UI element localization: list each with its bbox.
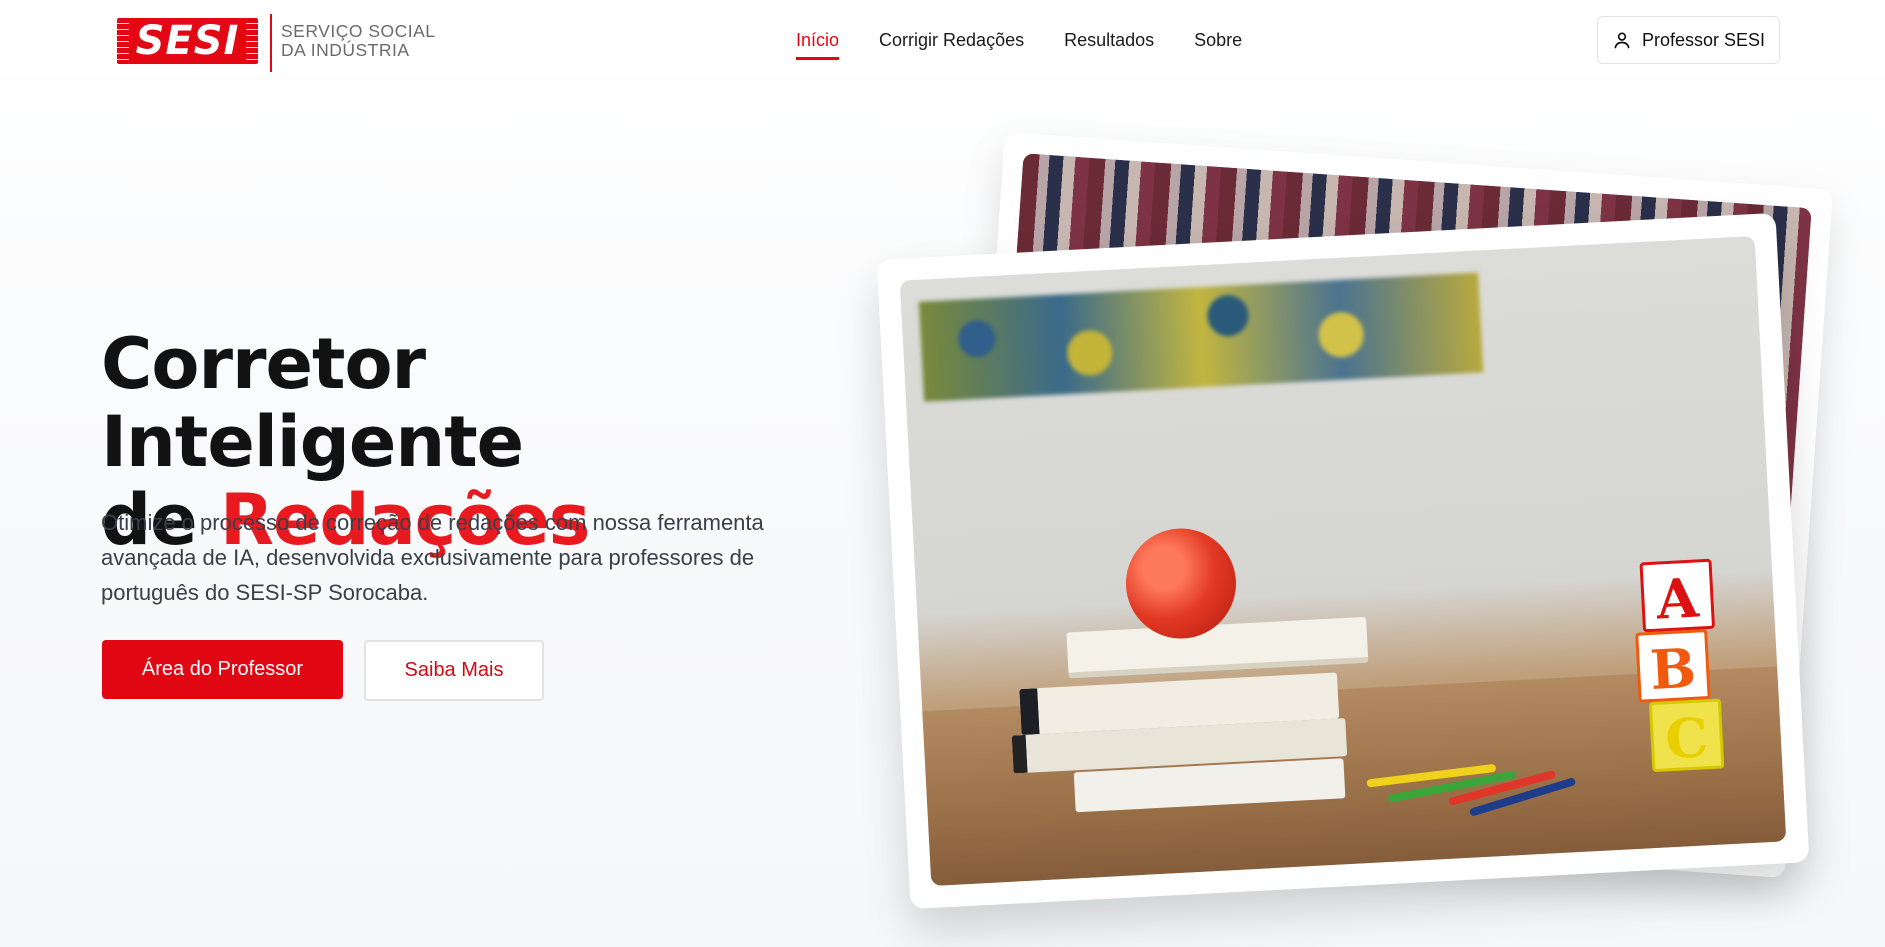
classroom-image: A B C bbox=[899, 236, 1787, 886]
sesi-logo-mark: SESI bbox=[117, 18, 258, 64]
block-a: A bbox=[1639, 558, 1716, 633]
site-header: SESI SERVIÇO SOCIAL DA INDÚSTRIA Início … bbox=[0, 0, 1885, 74]
nav-item-corrigir-redacoes[interactable]: Corrigir Redações bbox=[879, 30, 1024, 57]
learn-more-button[interactable]: Saiba Mais bbox=[364, 640, 544, 701]
hero-description: Otimize o processo de correção de redaçõ… bbox=[101, 510, 764, 605]
block-b: B bbox=[1635, 629, 1711, 703]
stack-of-books bbox=[1006, 616, 1375, 816]
user-icon bbox=[1614, 32, 1630, 49]
nav-item-inicio[interactable]: Início bbox=[796, 30, 840, 60]
nav-item-sobre[interactable]: Sobre bbox=[1194, 30, 1242, 57]
user-menu-label: Professor SESI bbox=[1641, 29, 1766, 50]
abc-blocks: A B C bbox=[1631, 558, 1725, 773]
sesi-logo[interactable]: SESI SERVIÇO SOCIAL DA INDÚSTRIA bbox=[117, 14, 437, 72]
logo-text-line1: SERVIÇO SOCIAL bbox=[281, 21, 436, 41]
blurred-painting bbox=[918, 272, 1484, 402]
logo-divider bbox=[270, 14, 272, 72]
user-menu-button[interactable]: Professor SESI bbox=[1597, 16, 1780, 64]
teacher-area-button[interactable]: Área do Professor bbox=[102, 640, 343, 699]
photo-card-front: A B C bbox=[876, 212, 1810, 910]
main-nav: Início Corrigir Redações Resultados Sobr… bbox=[796, 30, 1282, 60]
block-c: C bbox=[1648, 698, 1725, 773]
logo-text: SERVIÇO SOCIAL DA INDÚSTRIA bbox=[281, 22, 436, 60]
hero-title-line1: Corretor Inteligente bbox=[101, 323, 524, 483]
logo-text-line2: DA INDÚSTRIA bbox=[281, 40, 410, 60]
nav-item-resultados[interactable]: Resultados bbox=[1064, 30, 1154, 57]
